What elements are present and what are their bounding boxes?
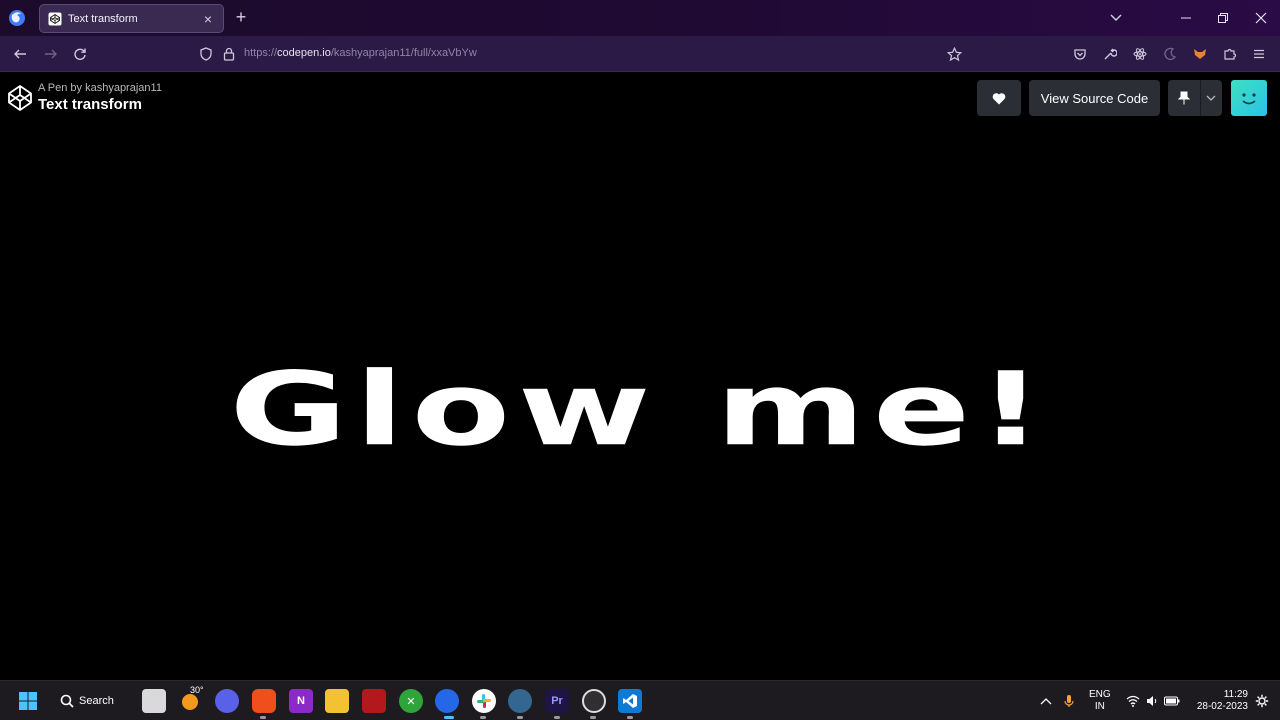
url-bar[interactable]: https://codepen.io/kashyaprajan11/full/x… xyxy=(193,41,973,67)
weather-temperature: 30° xyxy=(190,685,204,695)
firefox-icon[interactable] xyxy=(435,689,459,713)
wrench-icon[interactable] xyxy=(1101,45,1119,63)
back-arrow-icon[interactable] xyxy=(11,45,29,63)
firefox-icon[interactable] xyxy=(8,9,26,27)
fox-extension-icon[interactable] xyxy=(1191,45,1209,63)
battery-icon[interactable] xyxy=(1160,689,1184,713)
pin-icon xyxy=(1178,91,1190,105)
windows-start-icon[interactable] xyxy=(16,689,40,713)
forward-arrow-icon[interactable] xyxy=(42,45,60,63)
codepen-logo-icon[interactable] xyxy=(6,84,34,112)
task-view-icon[interactable] xyxy=(142,689,166,713)
active-app-indicator xyxy=(444,716,454,719)
menu-icon[interactable] xyxy=(1250,45,1268,63)
pin-button[interactable] xyxy=(1168,80,1222,116)
zoom-icon[interactable] xyxy=(215,689,239,713)
tab-title: Text transform xyxy=(68,12,138,25)
love-button[interactable] xyxy=(977,80,1021,116)
screen: Text transform × + https://codepen.io/ka… xyxy=(0,0,1280,720)
clock[interactable]: 11:29 28-02-2023 xyxy=(1190,689,1248,713)
lock-icon[interactable] xyxy=(220,45,238,63)
chevron-down-icon[interactable] xyxy=(1108,9,1124,25)
shield-icon[interactable] xyxy=(197,45,215,63)
close-window-icon[interactable] xyxy=(1247,6,1275,30)
chevron-down-icon[interactable] xyxy=(1206,94,1216,102)
language-code: ENG xyxy=(1089,689,1111,700)
heart-icon xyxy=(992,92,1006,104)
url-path: /kashyaprajan11/full/xxaVbYw xyxy=(330,47,477,59)
pocket-icon[interactable] xyxy=(1071,45,1089,63)
vscode-icon[interactable] xyxy=(618,689,642,713)
tab-text-transform[interactable]: Text transform × xyxy=(39,4,224,33)
pen-author[interactable]: A Pen by kashyaprajan11 xyxy=(38,82,162,94)
premiere-icon[interactable]: Pr xyxy=(545,689,569,713)
chevron-up-icon[interactable] xyxy=(1034,689,1058,713)
windows-taskbar: Search 30° N ✕ Pr ENG IN 11:29 28-02-202… xyxy=(0,680,1280,720)
browser-tab-strip: Text transform × + xyxy=(0,0,1280,36)
running-app-indicator xyxy=(480,716,486,719)
codepen-page: A Pen by kashyaprajan11 Text transform V… xyxy=(0,72,1280,702)
browser-nav-bar: https://codepen.io/kashyaprajan11/full/x… xyxy=(0,36,1280,72)
star-icon[interactable] xyxy=(945,45,963,63)
clock-time: 11:29 xyxy=(1223,689,1248,700)
xbox-icon[interactable]: ✕ xyxy=(399,689,423,713)
reload-icon[interactable] xyxy=(71,45,89,63)
pin-button-divider xyxy=(1200,80,1201,116)
plus-icon[interactable]: + xyxy=(232,8,250,28)
url-text[interactable]: https://codepen.io/kashyaprajan11/full/x… xyxy=(244,47,477,59)
react-icon[interactable] xyxy=(1131,45,1149,63)
page-title: Text transform xyxy=(38,96,142,113)
taskbar-search[interactable]: Search xyxy=(60,688,124,714)
close-icon[interactable]: × xyxy=(201,11,215,27)
language-indicator[interactable]: ENG IN xyxy=(1089,689,1111,713)
running-app-indicator xyxy=(590,716,596,719)
codepen-favicon xyxy=(48,12,62,25)
avatar[interactable] xyxy=(1231,80,1267,116)
running-app-indicator xyxy=(260,716,266,719)
slack-icon[interactable] xyxy=(472,689,496,713)
puzzle-icon[interactable] xyxy=(1221,45,1239,63)
glow-text[interactable]: Glow me! xyxy=(0,350,1280,469)
obs-icon[interactable] xyxy=(582,689,606,713)
taskbar-search-label: Search xyxy=(79,695,114,707)
app-red-icon[interactable] xyxy=(362,689,386,713)
url-scheme: https:// xyxy=(244,47,278,59)
microphone-icon[interactable] xyxy=(1057,689,1081,713)
settings-icon[interactable] xyxy=(1250,689,1274,713)
file-explorer-icon[interactable] xyxy=(325,689,349,713)
moon-icon[interactable] xyxy=(1161,45,1179,63)
onenote-icon[interactable]: N xyxy=(289,689,313,713)
postgres-icon[interactable] xyxy=(508,689,532,713)
avatar-smile-icon xyxy=(1242,93,1256,105)
running-app-indicator xyxy=(627,716,633,719)
running-app-indicator xyxy=(517,716,523,719)
url-host: codepen.io xyxy=(277,47,331,59)
running-app-indicator xyxy=(554,716,560,719)
brave-icon[interactable] xyxy=(252,689,276,713)
minimize-icon[interactable] xyxy=(1172,6,1200,30)
search-icon xyxy=(60,694,74,708)
view-source-button[interactable]: View Source Code xyxy=(1029,80,1160,116)
restore-icon[interactable] xyxy=(1209,6,1237,30)
clock-date: 28-02-2023 xyxy=(1196,701,1248,712)
language-region: IN xyxy=(1094,701,1105,712)
